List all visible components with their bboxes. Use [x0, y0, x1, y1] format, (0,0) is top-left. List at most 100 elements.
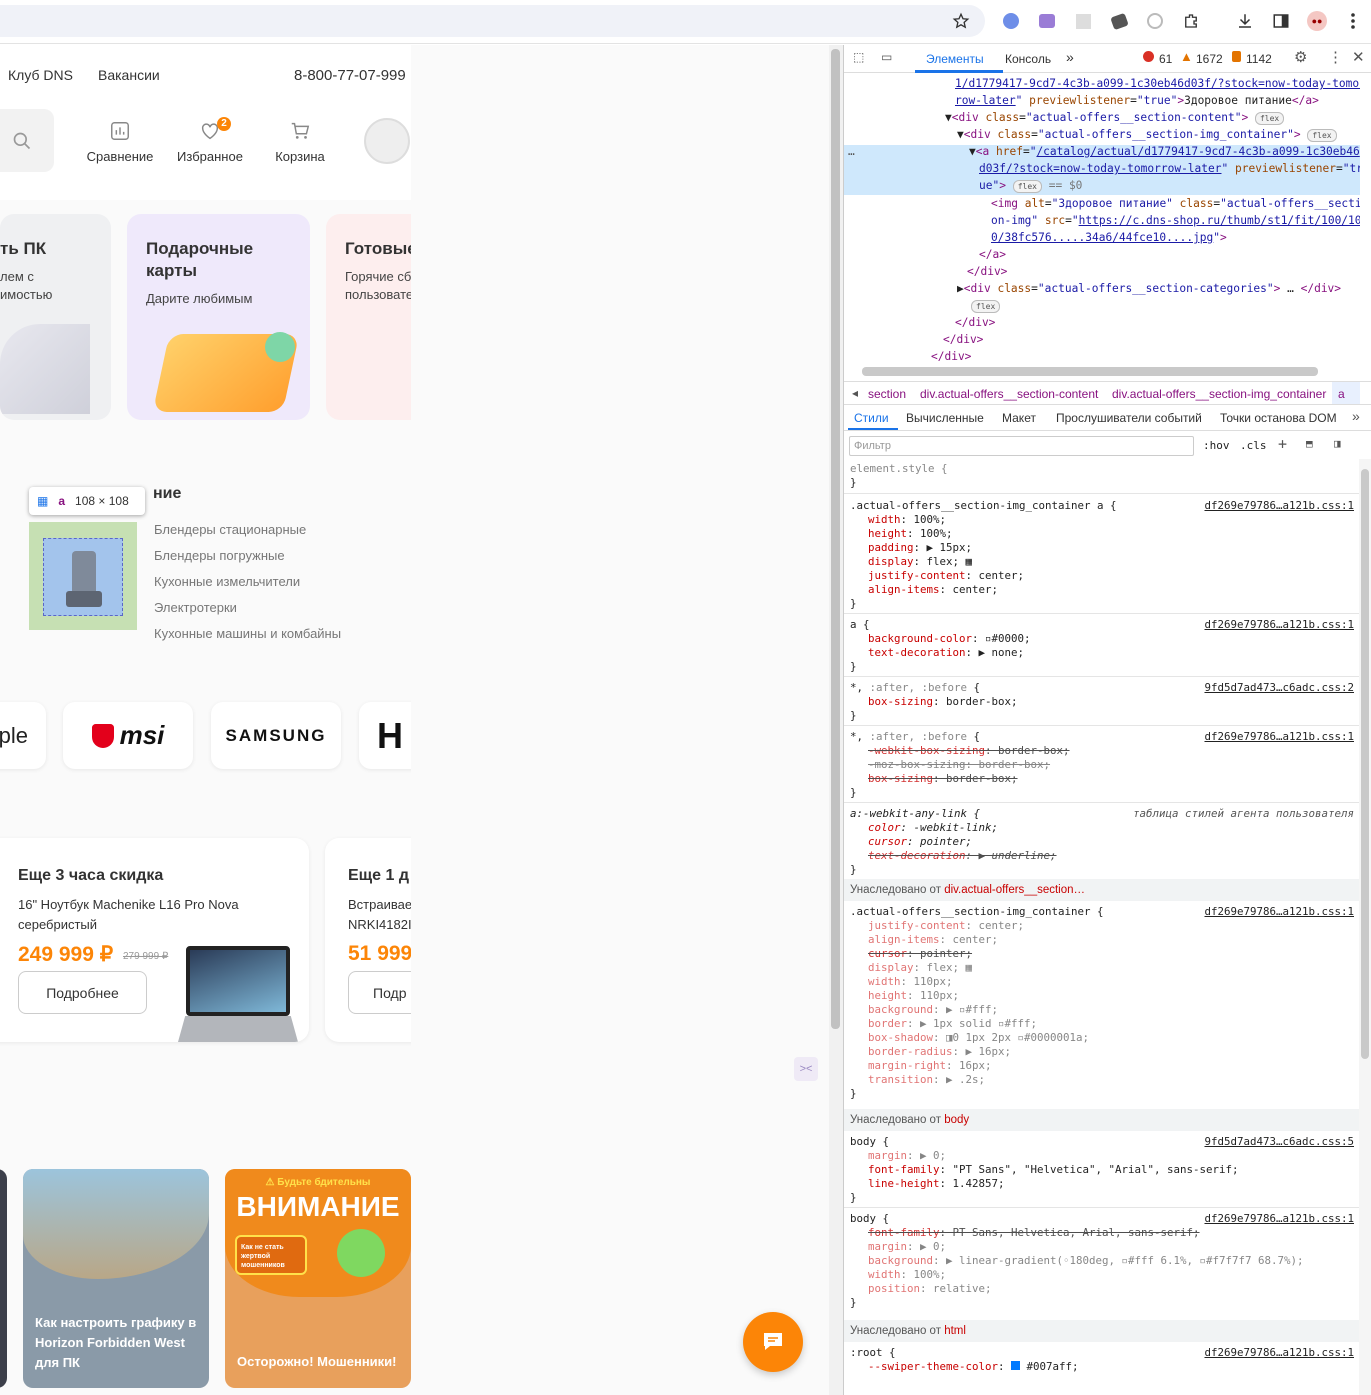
extension-shield-icon[interactable] [1108, 10, 1130, 32]
page-viewport: Клуб DNS Вакансии 8-800-77-07-999 Сравне… [0, 45, 411, 1395]
settings-gear-icon[interactable]: ⚙ [1294, 48, 1307, 66]
deal-more-button[interactable]: Подробнее [18, 971, 147, 1014]
vacancies-link[interactable]: Вакансии [98, 67, 160, 83]
deal-product-name: Встраивае NRKI4182I [348, 897, 411, 932]
inspect-element-icon[interactable]: ⬚ [853, 50, 864, 64]
extension-circle-icon[interactable] [1144, 10, 1166, 32]
category-link[interactable]: Электротерки [154, 599, 341, 625]
error-count[interactable]: 61 [1159, 52, 1172, 66]
alien-character-image [337, 1229, 385, 1277]
promo-card-pc[interactable]: ть ПК лем с имостью [0, 214, 111, 420]
dom-tree-hscrollbar[interactable] [862, 367, 1318, 376]
category-link[interactable]: Кухонные измельчители [154, 573, 341, 599]
promo-card-text: лем с имостью [0, 269, 53, 302]
issues-count[interactable]: 1142 [1246, 52, 1272, 66]
brand-msi[interactable]: msi [63, 702, 193, 769]
phone-number[interactable]: 8-800-77-07-999 [294, 67, 406, 84]
laptop-image [186, 946, 290, 1016]
highlighted-offer-link[interactable] [29, 522, 137, 630]
dom-tree[interactable]: 1/d1779417-9cd7-4c3b-a099-1c30eb46d03f/?… [844, 73, 1360, 408]
toggle-sidebar-icon[interactable]: ◨ [1334, 437, 1341, 450]
brand-samsung[interactable]: SAMSUNG [211, 702, 341, 769]
promo-card-ready[interactable]: Готовые Горячие сб пользовате [326, 214, 411, 420]
styles-filter-input[interactable]: Фильтр [849, 436, 1194, 456]
tab-event-listeners[interactable]: Прослушиватели событий [1056, 411, 1202, 425]
page-scrollbar[interactable] [829, 45, 843, 1395]
close-devtools-icon[interactable]: ✕ [1352, 48, 1365, 66]
news-card-fraud[interactable]: ⚠ Будьте бдительны ВНИМАНИЕ Как не стать… [225, 1169, 411, 1388]
chrome-menu-icon[interactable] [1342, 10, 1364, 32]
cart-button[interactable]: Корзина [255, 119, 345, 164]
category-link[interactable]: Блендеры погружные [154, 547, 341, 573]
device-toolbar-icon[interactable]: ▭ [881, 50, 892, 64]
crumb-item[interactable]: div.actual-offers__section-content [920, 387, 1098, 401]
styles-scrollbar[interactable] [1359, 459, 1371, 1395]
brand-apple[interactable]: ple [0, 702, 46, 769]
compare-button[interactable]: Сравнение [75, 119, 165, 164]
chat-button[interactable] [743, 1312, 803, 1372]
download-icon[interactable] [1234, 10, 1256, 32]
cls-toggle[interactable]: .cls [1240, 439, 1267, 452]
crumb-item[interactable]: div.actual-offers__section-img_container [1112, 387, 1326, 401]
extension-floating-icon[interactable]: >< [794, 1057, 818, 1081]
more-style-tabs-icon[interactable]: » [1352, 408, 1360, 424]
styles-scrollbar-thumb[interactable] [1361, 469, 1369, 1059]
devtools-menu-icon[interactable]: ⋮ [1328, 48, 1343, 66]
deal-card[interactable]: Еще 1 д Встраивае NRKI4182I 51 999 Подр [325, 838, 411, 1042]
deal-more-button[interactable]: Подр [348, 971, 411, 1014]
news-card-horizon[interactable]: Как настроить графику в Horizon Forbidde… [23, 1169, 209, 1388]
styles-pane[interactable]: element.style { } .actual-offers__sectio… [844, 459, 1360, 1395]
page-scrollbar-thumb[interactable] [831, 49, 840, 1029]
extensions-puzzle-icon[interactable] [1180, 10, 1202, 32]
page-background: >< [411, 45, 829, 1395]
bookmark-star-icon[interactable] [950, 10, 972, 32]
tab-computed[interactable]: Вычисленные [906, 411, 984, 425]
tab-layout[interactable]: Макет [1002, 411, 1036, 425]
deal-price: 51 999 [348, 942, 411, 965]
section-title: ние [153, 485, 182, 502]
promo-card-text: Дарите любимым [146, 291, 253, 306]
profile-avatar-icon[interactable]: ●● [1306, 10, 1328, 32]
inherited-from-html: Унаследовано от html [844, 1320, 1360, 1342]
styles-tab-bar: Стили Вычисленные Макет Прослушиватели с… [844, 405, 1371, 431]
tab-elements[interactable]: Элементы [926, 52, 984, 66]
category-link[interactable]: Блендеры стационарные [154, 521, 341, 547]
extension-m-icon[interactable] [1036, 10, 1058, 32]
promo-card-text: Горячие сб пользовате [345, 269, 411, 302]
crumb-item[interactable]: section [868, 387, 906, 401]
club-dns-link[interactable]: Клуб DNS [8, 67, 73, 83]
extension-search-icon[interactable] [1000, 10, 1022, 32]
user-avatar[interactable] [364, 118, 410, 164]
news-card[interactable] [0, 1169, 7, 1388]
check-icon [265, 332, 295, 362]
horizon-game-image [23, 1169, 209, 1279]
crumb-back-icon[interactable]: ◂ [852, 386, 858, 400]
hov-toggle[interactable]: :hov [1203, 439, 1230, 452]
more-tabs-icon[interactable]: » [1066, 49, 1074, 65]
flex-icon: ▦ [37, 494, 49, 508]
new-rule-icon[interactable]: + [1278, 435, 1287, 453]
category-link[interactable]: Кухонные машины и комбайны [154, 625, 341, 651]
search-input[interactable] [0, 109, 54, 172]
heart-icon: 2 [165, 117, 255, 143]
deal-product-name: 16" Ноутбук Machenike L16 Pro Nova сереб… [18, 897, 239, 932]
tab-console[interactable]: Консоль [1005, 52, 1051, 66]
ua-stylesheet-label: таблица стилей агента пользователя [1132, 807, 1354, 820]
deal-card[interactable]: Еще 3 часа скидка 16" Ноутбук Machenike … [0, 838, 309, 1042]
brand-h[interactable]: H [359, 702, 411, 769]
tab-styles[interactable]: Стили [854, 411, 889, 425]
keyboard-headphones-image [0, 324, 90, 414]
address-bar[interactable] [0, 5, 985, 37]
laptop-base-image [178, 1016, 298, 1042]
blender-image [43, 538, 123, 616]
paint-brush-icon[interactable]: ⬒ [1306, 437, 1313, 450]
crumb-item-active[interactable]: a [1332, 382, 1360, 404]
side-panel-icon[interactable] [1270, 10, 1292, 32]
favorites-button[interactable]: 2 Избранное [165, 117, 255, 164]
extension-grid-icon[interactable] [1072, 10, 1094, 32]
cart-label: Корзина [275, 149, 325, 164]
warning-count[interactable]: 1672 [1196, 52, 1223, 66]
promo-card-gift[interactable]: Подарочные карты Дарите любимым [127, 214, 310, 420]
tab-dom-breakpoints[interactable]: Точки останова DOM [1220, 411, 1337, 425]
promo-card-title: Подарочные карты [146, 239, 254, 280]
